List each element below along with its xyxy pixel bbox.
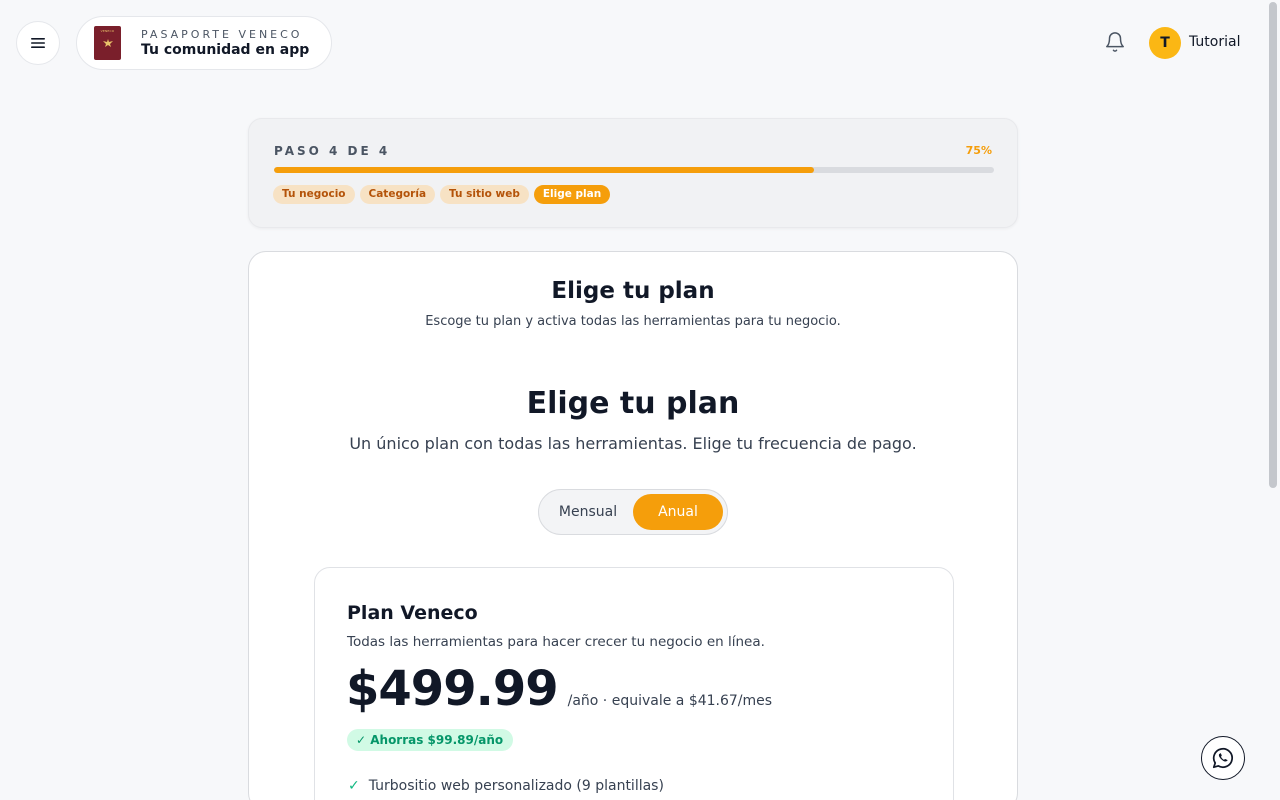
step-chips: Tu negocio Categoría Tu sitio web Elige … xyxy=(273,185,611,204)
step-chip-elige-plan[interactable]: Elige plan xyxy=(533,185,611,204)
page-subtitle: Escoge tu plan y activa todas las herram… xyxy=(425,314,841,329)
scrollbar-thumb[interactable] xyxy=(1269,2,1277,488)
savings-badge: ✓ Ahorras $99.89/año xyxy=(347,729,514,751)
passport-logo: VENECO xyxy=(94,26,121,60)
bird-emblem-icon xyxy=(102,39,113,47)
brand-pill[interactable]: VENECO PASAPORTE VENECO Tu comunidad en … xyxy=(76,16,332,70)
billing-option-anual[interactable]: Anual xyxy=(633,494,723,530)
brand-text: PASAPORTE VENECO Tu comunidad en app xyxy=(141,28,309,59)
price-note: /año · equivale a $41.67/mes xyxy=(567,693,773,709)
username[interactable]: Tutorial xyxy=(1189,34,1240,50)
section-subtitle: Un único plan con todas las herramientas… xyxy=(349,434,917,453)
step-chip-tu-negocio[interactable]: Tu negocio xyxy=(273,185,355,204)
feature-label: Turbositio web personalizado (9 plantill… xyxy=(368,778,664,794)
progress-bar xyxy=(274,167,994,173)
billing-toggle: Mensual Anual xyxy=(538,489,728,535)
feature-item: ✓ Turbositio web personalizado (9 planti… xyxy=(348,778,664,794)
section-title: Elige tu plan xyxy=(526,386,740,421)
bell-icon[interactable] xyxy=(1104,31,1126,53)
plan-selection-card: Elige tu plan Escoge tu plan y activa to… xyxy=(248,251,1018,800)
brand-kicker: PASAPORTE VENECO xyxy=(141,27,303,41)
plan-description: Todas las herramientas para hacer crecer… xyxy=(347,634,765,650)
page-title: Elige tu plan xyxy=(551,278,715,304)
avatar[interactable]: T xyxy=(1149,27,1181,59)
percent-label: 75% xyxy=(965,144,992,157)
progress-bar-fill xyxy=(274,167,814,173)
plan-name: Plan Veneco xyxy=(347,602,478,624)
brand-title: Tu comunidad en app xyxy=(141,41,310,58)
whatsapp-button[interactable] xyxy=(1201,736,1245,780)
step-chip-categoria[interactable]: Categoría xyxy=(359,185,436,204)
progress-card: PASO 4 DE 4 75% Tu negocio Categoría Tu … xyxy=(248,118,1018,228)
billing-option-mensual[interactable]: Mensual xyxy=(543,494,633,530)
check-icon: ✓ xyxy=(348,778,360,794)
step-chip-tu-sitio-web[interactable]: Tu sitio web xyxy=(440,185,529,204)
price-row: $499.99 /año · equivale a $41.67/mes xyxy=(346,661,772,717)
hamburger-icon xyxy=(31,38,45,48)
plan-card: Plan Veneco Todas las herramientas para … xyxy=(314,567,954,800)
plan-price: $499.99 xyxy=(346,661,559,717)
whatsapp-icon xyxy=(1212,747,1234,769)
passport-logo-text: VENECO xyxy=(100,29,115,33)
step-label: PASO 4 DE 4 xyxy=(274,144,391,158)
menu-button[interactable] xyxy=(16,21,60,65)
